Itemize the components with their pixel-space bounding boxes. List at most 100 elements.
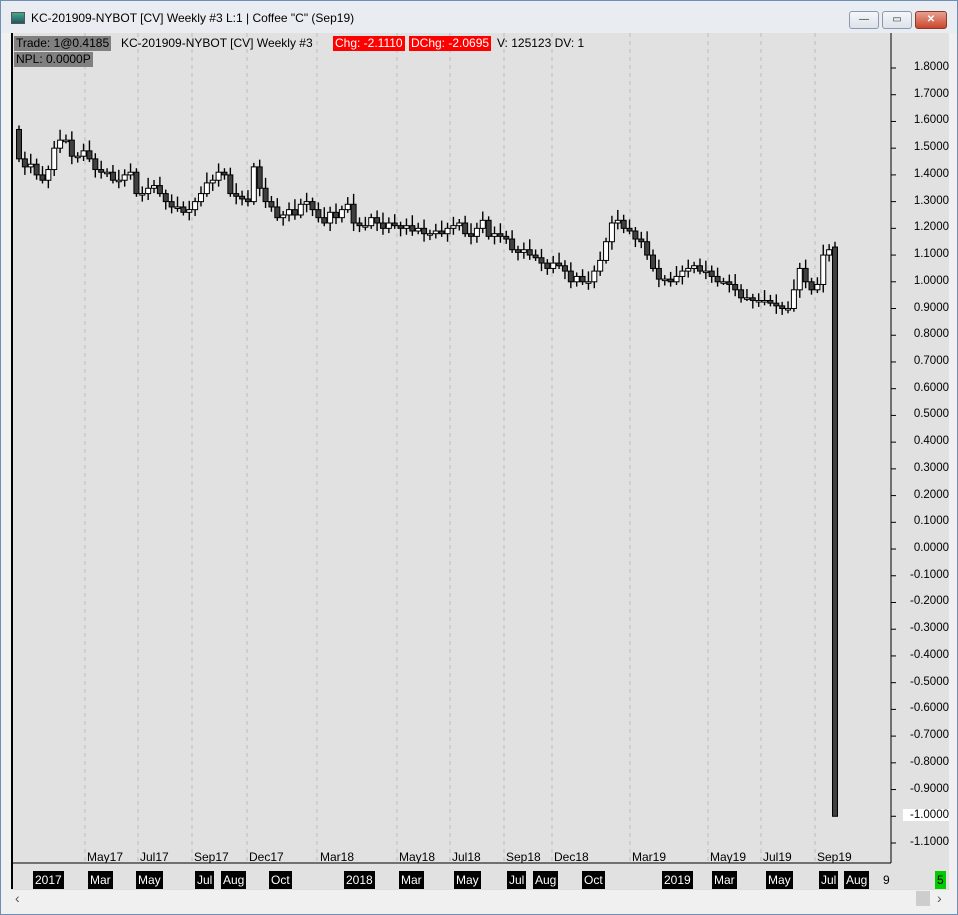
y-tick-label: -0.9000 — [909, 782, 949, 795]
candle-body — [362, 225, 369, 228]
candle-body — [614, 219, 621, 224]
horizontal-scrollbar[interactable]: ‹ › — [11, 889, 949, 907]
time-axis-label: Mar — [399, 871, 424, 889]
candle-body — [127, 171, 134, 176]
candle-body — [403, 225, 410, 229]
candle-body — [151, 185, 158, 189]
candle-body — [485, 219, 492, 237]
candle-body — [743, 297, 750, 300]
candle-body — [62, 139, 69, 143]
candle-body — [45, 169, 52, 181]
candle-body — [250, 166, 257, 203]
maximize-button[interactable]: ▭ — [882, 11, 912, 29]
candlestick-plot[interactable] — [13, 33, 951, 889]
y-tick-label: -1.1000 — [909, 836, 949, 848]
price-chart[interactable]: Trade: 1@0.4185 KC-201909-NYBOT [CV] Wee… — [11, 33, 949, 889]
y-tick-label: 0.4000 — [913, 435, 949, 448]
time-axis-label: Oct — [582, 871, 605, 889]
candle-body — [579, 275, 586, 283]
candle-body — [708, 270, 715, 277]
title-bar[interactable]: KC-201909-NYBOT [CV] Weekly #3 L:1 | Cof… — [1, 1, 957, 33]
candle-body — [544, 262, 551, 269]
y-tick-label: 1.6000 — [913, 114, 949, 127]
candle-body — [779, 305, 786, 310]
candle-body — [661, 278, 668, 282]
y-tick-label: -0.5000 — [909, 675, 949, 688]
scroll-right-arrow[interactable]: › — [937, 890, 942, 906]
y-tick-label: -0.2000 — [909, 595, 949, 608]
minimize-button[interactable]: — — [849, 11, 879, 29]
candle-body — [667, 278, 674, 283]
y-tick-label: 1.5000 — [913, 141, 949, 154]
y-tick-label: 0.7000 — [913, 354, 949, 367]
month-label: Jul19 — [763, 850, 792, 864]
y-tick-label: 0.2000 — [913, 488, 949, 501]
candle-body — [233, 193, 240, 197]
candle-body — [344, 203, 351, 211]
candle-body — [57, 139, 64, 149]
candle-body — [333, 211, 340, 219]
candle-body — [162, 193, 169, 203]
candle-body — [826, 249, 833, 256]
time-axis-label: Mar — [712, 871, 737, 889]
candle-body — [520, 249, 527, 253]
time-axis-label: Aug — [221, 871, 247, 889]
candle-body — [215, 171, 222, 181]
candle-body — [51, 147, 58, 171]
candle-body — [274, 206, 281, 219]
y-tick-label: -0.6000 — [909, 702, 949, 715]
y-tick-label: 0.1000 — [913, 515, 949, 528]
candle-body — [497, 233, 504, 237]
y-tick-label: 1.4000 — [913, 167, 949, 180]
candle-body — [39, 174, 46, 181]
scroll-thumb[interactable] — [916, 891, 930, 906]
candle-body — [808, 281, 815, 291]
y-tick-label: 0.5000 — [913, 408, 949, 421]
y-tick-label: 1.2000 — [913, 221, 949, 234]
candle-body — [174, 206, 181, 209]
candle-body — [720, 281, 727, 284]
time-axis-label: May — [136, 871, 163, 889]
candle-body — [315, 209, 322, 219]
candle-body — [556, 262, 563, 267]
month-label: May18 — [399, 850, 436, 864]
candle-body — [379, 222, 386, 229]
volume-label: V: 125123 DV: 1 — [497, 36, 585, 50]
y-tick-label: 0.9000 — [913, 301, 949, 314]
month-label: Jul18 — [452, 850, 481, 864]
month-label: Sep19 — [817, 850, 852, 864]
month-label: Jul17 — [140, 850, 169, 864]
y-tick-label: 1.3000 — [913, 194, 949, 207]
trade-label: Trade: 1@0.4185 — [14, 36, 112, 51]
y-tick-label: 1.7000 — [913, 87, 949, 100]
y-tick-label: 1.1000 — [913, 248, 949, 261]
candle-body — [444, 227, 451, 235]
candle-body — [139, 193, 146, 196]
candle-body — [538, 257, 545, 264]
candle-body — [239, 195, 246, 200]
candle-body — [16, 128, 22, 160]
candle-body — [286, 209, 293, 216]
candle-body — [415, 227, 422, 232]
candle-body — [186, 209, 193, 213]
scroll-left-arrow[interactable]: ‹ — [15, 890, 20, 906]
time-axis-label: Aug — [844, 871, 870, 889]
status-badge: 5 — [935, 871, 946, 889]
candle-body — [109, 171, 116, 181]
candle-body — [168, 201, 175, 208]
close-button[interactable]: ✕ — [915, 11, 947, 29]
candle-body — [738, 289, 745, 299]
y-tick-label: -0.4000 — [909, 648, 949, 661]
candle-body — [197, 193, 204, 203]
candle-body — [297, 203, 304, 216]
candle-body — [68, 139, 75, 157]
candle-body — [268, 201, 275, 208]
candle-body — [262, 187, 269, 203]
month-label: Sep17 — [194, 850, 229, 864]
month-label: Mar19 — [632, 850, 667, 864]
candle-body — [767, 300, 774, 304]
y-tick-label: 0.3000 — [913, 461, 949, 474]
candle-body — [256, 166, 263, 189]
candle-body — [338, 209, 345, 219]
y-tick-label: 1.8000 — [913, 61, 949, 73]
